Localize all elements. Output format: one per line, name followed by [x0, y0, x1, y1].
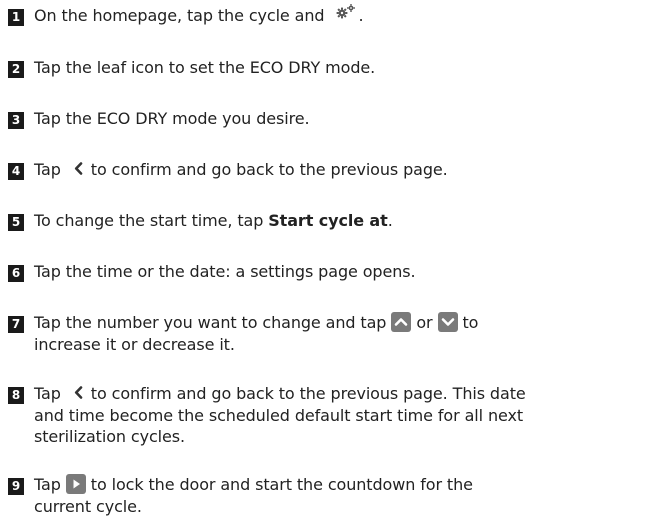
step-8: 8 Tap to confirm and go back to the prev…: [8, 383, 648, 447]
step-3: 3 Tap the ECO DRY mode you desire.: [8, 108, 648, 129]
step-number: 9: [8, 478, 24, 495]
chevron-up-icon: [391, 311, 412, 332]
step-text: Tap to confirm and go back to the previo…: [34, 383, 526, 446]
step-number: 8: [8, 387, 24, 404]
chevron-down-icon: [437, 311, 458, 332]
step-9: 9 Tap to lock the door and start the cou…: [8, 473, 648, 517]
step-number: 4: [8, 163, 24, 180]
gears-icon: [335, 3, 357, 24]
step-number: 7: [8, 316, 24, 333]
step-text: On the homepage, tap the cycle and .: [34, 3, 364, 27]
step-text: Tap the ECO DRY mode you desire.: [34, 109, 310, 128]
step-7: 7 Tap the number you want to change and …: [8, 311, 648, 355]
start-cycle-at-label: Start cycle at: [268, 211, 388, 230]
step-number: 1: [8, 9, 24, 26]
step-number: 3: [8, 112, 24, 129]
step-5: 5 To change the start time, tap Start cy…: [8, 210, 648, 231]
step-text: Tap the time or the date: a settings pag…: [34, 262, 416, 281]
play-icon: [65, 473, 86, 494]
step-6: 6 Tap the time or the date: a settings p…: [8, 261, 648, 282]
step-number: 5: [8, 214, 24, 231]
step-4: 4 Tap to confirm and go back to the prev…: [8, 159, 648, 181]
step-number: 2: [8, 61, 24, 78]
step-number: 6: [8, 265, 24, 282]
instruction-steps: 1 On the homepage, tap the cycle and . 2…: [0, 0, 654, 526]
chevron-left-icon: [74, 383, 83, 404]
chevron-left-icon: [74, 159, 83, 180]
step-text: Tap the leaf icon to set the ECO DRY mod…: [34, 58, 376, 77]
step-text: To change the start time, tap Start cycl…: [34, 211, 393, 230]
step-1: 1 On the homepage, tap the cycle and .: [8, 3, 648, 27]
step-text: Tap to lock the door and start the count…: [34, 473, 473, 516]
step-2: 2 Tap the leaf icon to set the ECO DRY m…: [8, 57, 648, 78]
step-text: Tap the number you want to change and ta…: [34, 311, 479, 354]
step-text: Tap to confirm and go back to the previo…: [34, 159, 448, 180]
